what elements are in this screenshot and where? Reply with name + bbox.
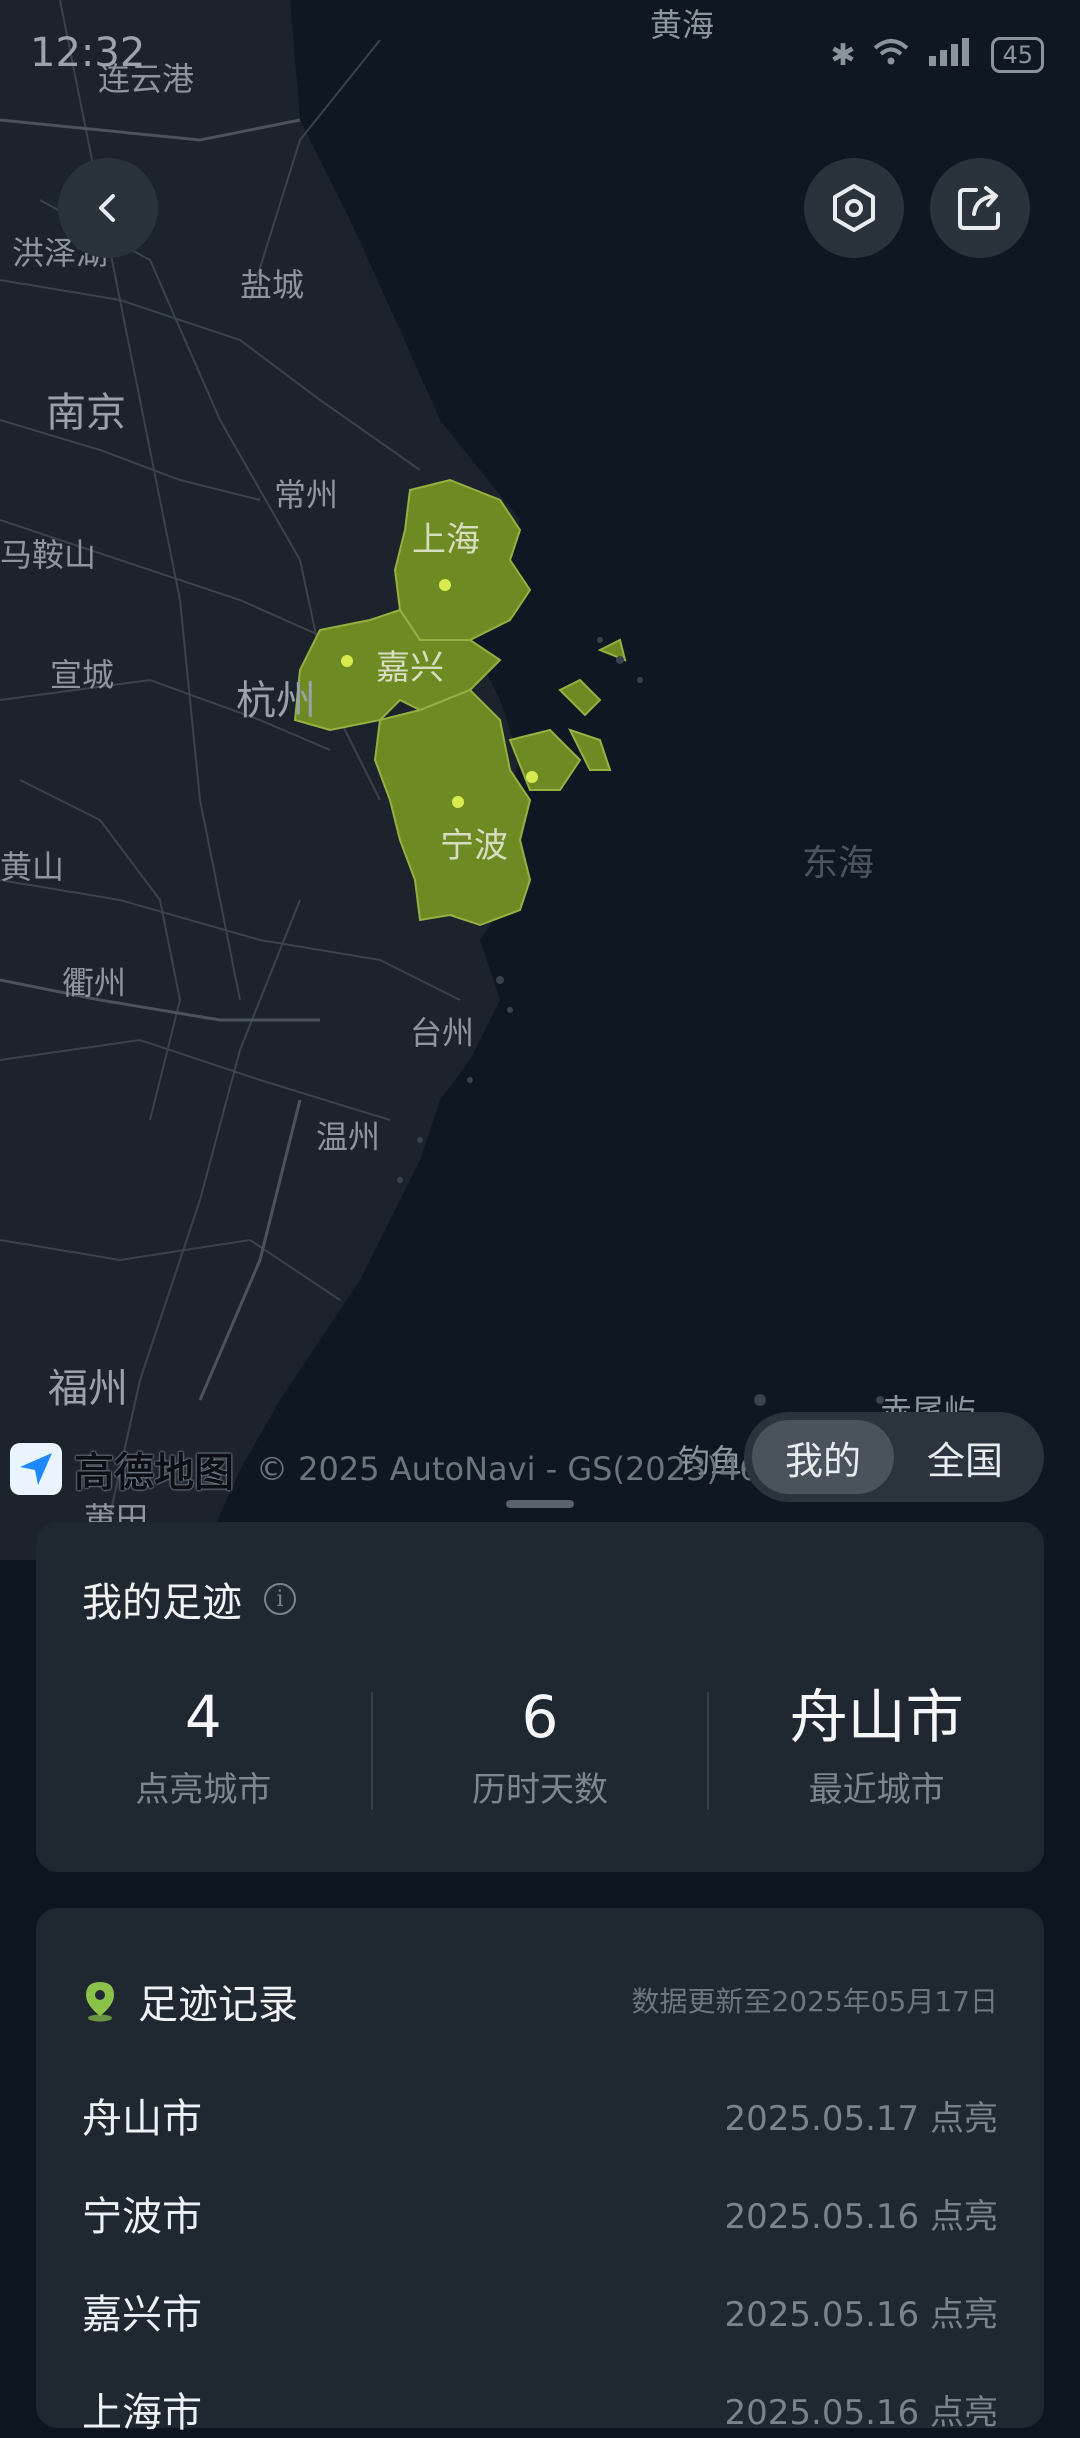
stat-label: 最近城市 — [808, 1770, 945, 1810]
stat-label: 历时天数 — [472, 1770, 608, 1810]
map-label-hangzhou: 杭州 — [236, 678, 316, 724]
record-city: 宁波市 — [82, 2194, 202, 2240]
footprint-records-card: 足迹记录 数据更新至2025年05月17日 舟山市 2025.05.17 点亮 … — [36, 1908, 1044, 2436]
map-base — [0, 0, 884, 1560]
map-copyright: © 2025 AutoNavi - GS(2023)467 — [256, 1450, 780, 1488]
battery-indicator: 45 — [991, 37, 1044, 73]
map-label-fuzhou: 福州 — [48, 1366, 128, 1412]
footprint-title-text: 我的足迹 — [82, 1580, 242, 1626]
map-label-ningbo: 宁波 — [440, 826, 508, 866]
stat-days: 6 历时天数 — [373, 1682, 708, 1811]
record-date: 2025.05.16 点亮 — [724, 2294, 998, 2335]
map-label-quzhou: 衢州 — [62, 964, 127, 1002]
map-label-jiaxing: 嘉兴 — [376, 648, 444, 688]
map-label-maanshan: 马鞍山 — [0, 536, 97, 574]
map-label-taizhou: 台州 — [410, 1014, 475, 1052]
location-pin-icon — [86, 1982, 114, 2022]
records-title: 足迹记录 — [138, 1982, 298, 2028]
amap-logo — [10, 1443, 62, 1495]
toggle-national[interactable]: 全国 — [894, 1420, 1036, 1494]
footprint-stats: 4 点亮城市 6 历时天数 舟山市 最近城市 — [36, 1682, 1044, 1811]
info-icon[interactable]: i — [264, 1583, 296, 1615]
settings-hexagon-icon — [833, 184, 875, 232]
back-button[interactable] — [58, 158, 158, 258]
map-label-yancheng: 盐城 — [240, 266, 305, 304]
footprint-title: 我的足迹 i — [82, 1570, 296, 1628]
drag-handle[interactable] — [506, 1500, 574, 1508]
records-updated: 数据更新至2025年05月17日 — [631, 1985, 998, 2018]
map-label-wenzhou: 温州 — [316, 1118, 381, 1156]
scope-toggle[interactable]: 我的 全国 — [744, 1412, 1044, 1502]
stat-label: 点亮城市 — [135, 1770, 272, 1810]
status-time: 12:32 — [30, 30, 146, 76]
record-row[interactable]: 宁波市 2025.05.16 点亮 — [82, 2184, 998, 2242]
stat-lit-cities: 4 点亮城市 — [36, 1682, 371, 1811]
chevron-left-icon — [99, 194, 115, 222]
stat-value: 4 — [184, 1683, 222, 1751]
map-label-shanghai: 上海 — [412, 520, 480, 560]
map-label-xuancheng: 宣城 — [50, 656, 115, 694]
footprint-map[interactable]: 黄海 连云港 洪泽湖 盐城 南京 常州 上海 马鞍山 宣城 杭州 嘉兴 宁波 东… — [0, 0, 1080, 1560]
record-row[interactable]: 舟山市 2025.05.17 点亮 — [82, 2086, 998, 2144]
bluetooth-icon: ✱ — [830, 37, 856, 73]
map-label-donghai: 东海 — [802, 843, 875, 884]
footprint-summary-card: 我的足迹 i 4 点亮城市 6 历时天数 舟山市 最近城市 — [36, 1522, 1044, 1872]
toggle-mine[interactable]: 我的 — [752, 1420, 894, 1494]
zhoushan-region — [508, 728, 582, 791]
map-attribution: 高德地图 © 2025 AutoNavi - GS(2023)467 — [10, 1440, 780, 1498]
record-row[interactable]: 嘉兴市 2025.05.16 点亮 — [82, 2282, 998, 2340]
signal-icon — [927, 36, 975, 74]
record-date: 2025.05.17 点亮 — [724, 2098, 998, 2139]
map-label-huanghai: 黄海 — [650, 6, 715, 44]
stat-value: 舟山市 — [789, 1683, 964, 1751]
status-icons: ✱ 45 — [830, 36, 1044, 74]
record-date: 2025.05.16 点亮 — [724, 2392, 998, 2433]
map-label-huangshan: 黄山 — [0, 848, 65, 886]
record-city: 舟山市 — [82, 2096, 202, 2142]
map-label-changzhou: 常州 — [274, 476, 339, 514]
share-icon — [958, 186, 1000, 230]
share-button[interactable] — [930, 158, 1030, 258]
record-city: 嘉兴市 — [82, 2292, 202, 2338]
records-header: 足迹记录 — [82, 1972, 298, 2030]
settings-button[interactable] — [804, 158, 904, 258]
stat-value: 6 — [521, 1683, 559, 1751]
record-date: 2025.05.16 点亮 — [724, 2196, 998, 2237]
map-label-nanjing: 南京 — [46, 390, 126, 436]
wifi-icon — [871, 36, 911, 74]
record-city: 上海市 — [82, 2390, 202, 2436]
stat-recent-city: 舟山市 最近城市 — [709, 1682, 1044, 1811]
amap-logo-text: 高德地图 — [74, 1450, 234, 1496]
record-row[interactable]: 上海市 2025.05.16 点亮 — [82, 2380, 998, 2438]
